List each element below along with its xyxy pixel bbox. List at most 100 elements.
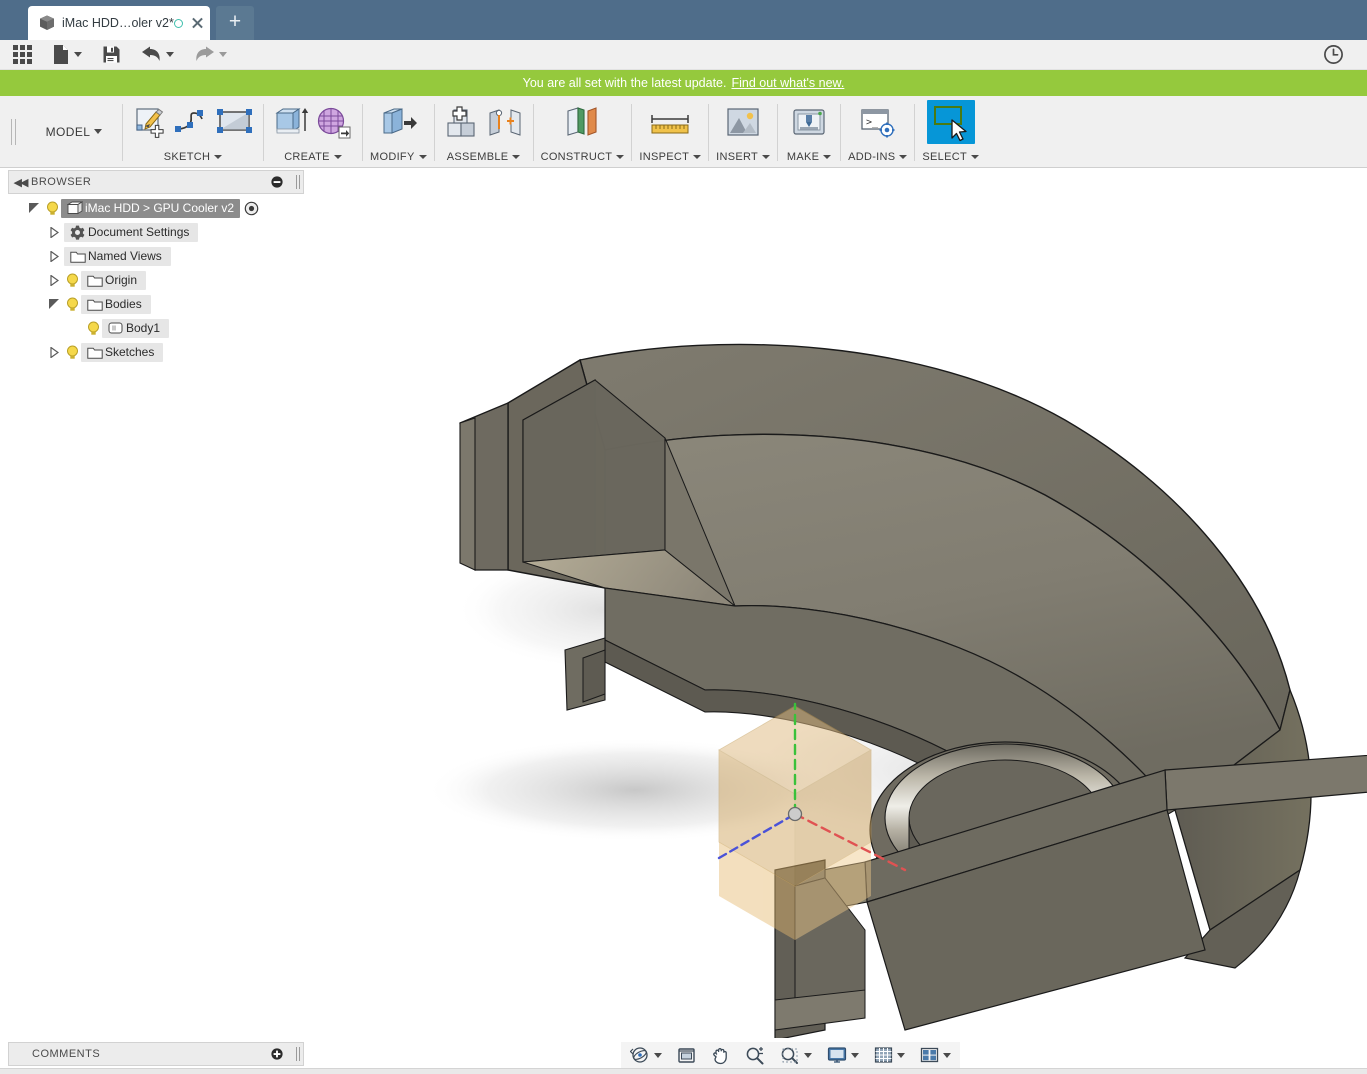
plus-circle-icon[interactable] xyxy=(271,1048,293,1060)
close-icon[interactable] xyxy=(190,16,204,30)
file-menu-button[interactable] xyxy=(45,40,89,70)
visibility-bulb-icon[interactable] xyxy=(64,345,81,360)
visibility-bulb-icon[interactable] xyxy=(64,273,81,288)
show-hide-icon[interactable] xyxy=(244,201,259,216)
expand-toggle-icon[interactable] xyxy=(44,251,64,262)
chevron-down-icon xyxy=(94,129,102,134)
comments-panel-title: COMMENTS xyxy=(9,1048,271,1060)
ribbon-panel-label-select[interactable]: SELECT xyxy=(922,147,979,167)
navigation-bar xyxy=(621,1042,960,1068)
workspace-selector[interactable]: MODEL xyxy=(26,96,122,167)
folder-icon xyxy=(84,346,105,359)
insert-image-button[interactable] xyxy=(719,100,767,144)
extrude-button[interactable] xyxy=(271,100,313,144)
browser-item-label: Body1 xyxy=(126,321,160,335)
pan-button[interactable] xyxy=(708,1043,733,1067)
cube-icon xyxy=(38,14,56,32)
browser-resize-handle[interactable] xyxy=(293,175,303,189)
3d-viewport[interactable] xyxy=(305,170,1367,1038)
viewports-button[interactable] xyxy=(917,1043,954,1067)
double-chevron-left-icon[interactable]: ◀◀ xyxy=(9,176,31,189)
browser-item-sketches[interactable]: Sketches xyxy=(8,340,304,364)
ribbon-panel-label-addins[interactable]: ADD-INS xyxy=(848,147,907,167)
browser-item-root[interactable]: iMac HDD > GPU Cooler v2 xyxy=(8,196,304,220)
browser-item-document-settings[interactable]: Document Settings xyxy=(8,220,304,244)
document-tab[interactable]: iMac HDD…oler v2* xyxy=(28,6,210,40)
select-tool-button[interactable] xyxy=(927,100,975,144)
ribbon-panel-label-create[interactable]: CREATE xyxy=(284,147,342,167)
whats-new-link[interactable]: Find out what's new. xyxy=(731,76,844,90)
ribbon-panel-label-modify[interactable]: MODIFY xyxy=(370,147,427,167)
orbit-button[interactable] xyxy=(627,1043,665,1067)
visibility-bulb-icon[interactable] xyxy=(44,201,61,216)
chevron-down-icon xyxy=(334,155,342,159)
grid-snaps-button[interactable] xyxy=(871,1043,908,1067)
undo-arrow-icon xyxy=(141,46,162,64)
expand-toggle-icon[interactable] xyxy=(24,203,44,213)
select-cursor-icon xyxy=(929,101,973,143)
ribbon-panel-addins: >_ ADD-INS xyxy=(841,96,914,167)
expand-toggle-icon[interactable] xyxy=(44,227,64,238)
gear-icon xyxy=(67,225,88,240)
new-tab-button[interactable]: + xyxy=(216,6,254,40)
panel-label-text: INSERT xyxy=(716,151,758,163)
browser-item-origin[interactable]: Origin xyxy=(8,268,304,292)
undo-button[interactable] xyxy=(134,40,181,70)
scripts-addins-button[interactable]: >_ xyxy=(854,100,902,144)
clock-icon xyxy=(1322,43,1345,66)
ruler-icon xyxy=(648,107,692,137)
press-pull-button[interactable] xyxy=(374,100,422,144)
chevron-down-icon xyxy=(654,1053,662,1058)
minus-circle-icon[interactable] xyxy=(271,176,293,188)
look-at-button[interactable] xyxy=(674,1043,699,1067)
measure-button[interactable] xyxy=(646,100,694,144)
expand-toggle-icon[interactable] xyxy=(44,299,64,309)
zoom-button[interactable] xyxy=(742,1043,768,1067)
offset-plane-button[interactable] xyxy=(558,100,606,144)
grid-9-icon xyxy=(13,45,32,64)
monitor-icon xyxy=(827,1046,847,1064)
zoom-plusminus-icon xyxy=(745,1046,765,1065)
display-settings-button[interactable] xyxy=(824,1043,862,1067)
browser-item-label: Document Settings xyxy=(88,225,189,239)
expand-toggle-icon[interactable] xyxy=(44,275,64,286)
browser-panel-title: BROWSER xyxy=(31,176,271,188)
browser-item-named-views[interactable]: Named Views xyxy=(8,244,304,268)
app-grid-button[interactable] xyxy=(6,40,39,70)
expand-toggle-icon[interactable] xyxy=(44,347,64,358)
ribbon-panel-label-sketch[interactable]: SKETCH xyxy=(164,147,222,167)
ribbon-panel-label-inspect[interactable]: INSPECT xyxy=(639,147,701,167)
rectangle-button[interactable] xyxy=(214,100,256,144)
browser-item-bodies[interactable]: Bodies xyxy=(8,292,304,316)
redo-button[interactable] xyxy=(187,40,234,70)
job-status-button[interactable] xyxy=(1322,43,1345,66)
3d-print-button[interactable] xyxy=(785,100,833,144)
browser-item-body1[interactable]: Body1 xyxy=(8,316,304,340)
ribbon-panel-modify: MODIFY xyxy=(363,96,434,167)
chevron-down-icon xyxy=(971,155,979,159)
rectangle-icon xyxy=(217,108,253,136)
panel-label-text: SELECT xyxy=(922,151,967,163)
panel-label-text: ASSEMBLE xyxy=(447,151,509,163)
spline-button[interactable] xyxy=(172,100,214,144)
ribbon-toolbar: MODEL xyxy=(0,96,1367,168)
new-component-button[interactable] xyxy=(442,100,484,144)
ribbon-panel-label-construct[interactable]: CONSTRUCT xyxy=(541,147,625,167)
ribbon-panel-label-make[interactable]: MAKE xyxy=(787,147,831,167)
create-sketch-button[interactable] xyxy=(130,100,172,144)
visibility-bulb-icon[interactable] xyxy=(85,321,102,336)
create-form-button[interactable] xyxy=(313,100,355,144)
joint-button[interactable] xyxy=(484,100,526,144)
chevron-down-icon xyxy=(214,155,222,159)
ribbon-panel-label-insert[interactable]: INSERT xyxy=(716,147,770,167)
browser-item-label: iMac HDD > GPU Cooler v2 xyxy=(85,201,234,215)
chevron-down-icon xyxy=(166,52,174,57)
save-button[interactable] xyxy=(95,40,128,70)
visibility-bulb-icon[interactable] xyxy=(64,297,81,312)
comments-resize-handle[interactable] xyxy=(293,1047,303,1061)
ribbon-panel-label-assemble[interactable]: ASSEMBLE xyxy=(447,147,521,167)
zoom-window-button[interactable] xyxy=(777,1043,815,1067)
chevron-down-icon xyxy=(823,155,831,159)
browser-panel-header: ◀◀ BROWSER xyxy=(8,170,304,194)
ribbon-drag-handle[interactable] xyxy=(0,96,26,167)
